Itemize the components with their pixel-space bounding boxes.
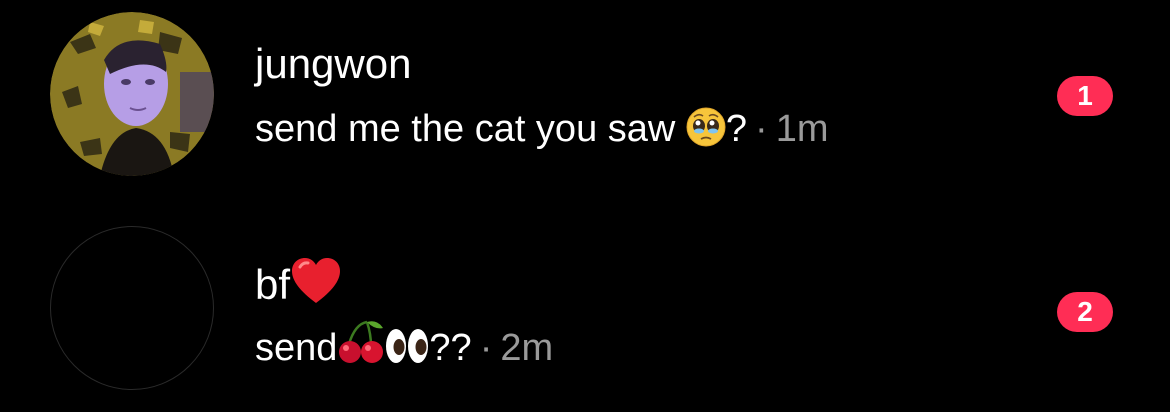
message-time: 1m: [775, 108, 829, 150]
contact-name-text: bf: [255, 261, 291, 308]
separator-dot: ·: [479, 327, 493, 369]
message-text: send me the cat you saw: [255, 108, 676, 150]
contact-name: jungwon: [255, 40, 412, 87]
message-suffix: ??: [429, 327, 472, 369]
message-preview: send me the cat you saw ? · 1m: [255, 106, 829, 158]
unread-badge: 1: [1057, 76, 1113, 116]
message-text: send: [255, 327, 338, 369]
conversation-row-bf[interactable]: bf send ?? · 2m 2: [0, 212, 1170, 412]
avatar[interactable]: [50, 226, 214, 390]
cherries-icon: [337, 320, 385, 377]
message-suffix: ?: [725, 108, 748, 150]
conversation-row-jungwon[interactable]: jungwon send me the cat you saw ? · 1m 1: [0, 0, 1170, 200]
avatar[interactable]: [50, 12, 214, 176]
contact-name: bf: [255, 257, 342, 315]
message-preview: send ?? · 2m: [255, 320, 553, 377]
red-heart-icon: [290, 257, 342, 315]
eyes-icon: [385, 326, 429, 377]
message-time: 2m: [500, 327, 554, 369]
separator-dot: ·: [755, 108, 768, 150]
pleading-face-icon: [686, 107, 726, 158]
unread-badge: 2: [1057, 292, 1113, 332]
